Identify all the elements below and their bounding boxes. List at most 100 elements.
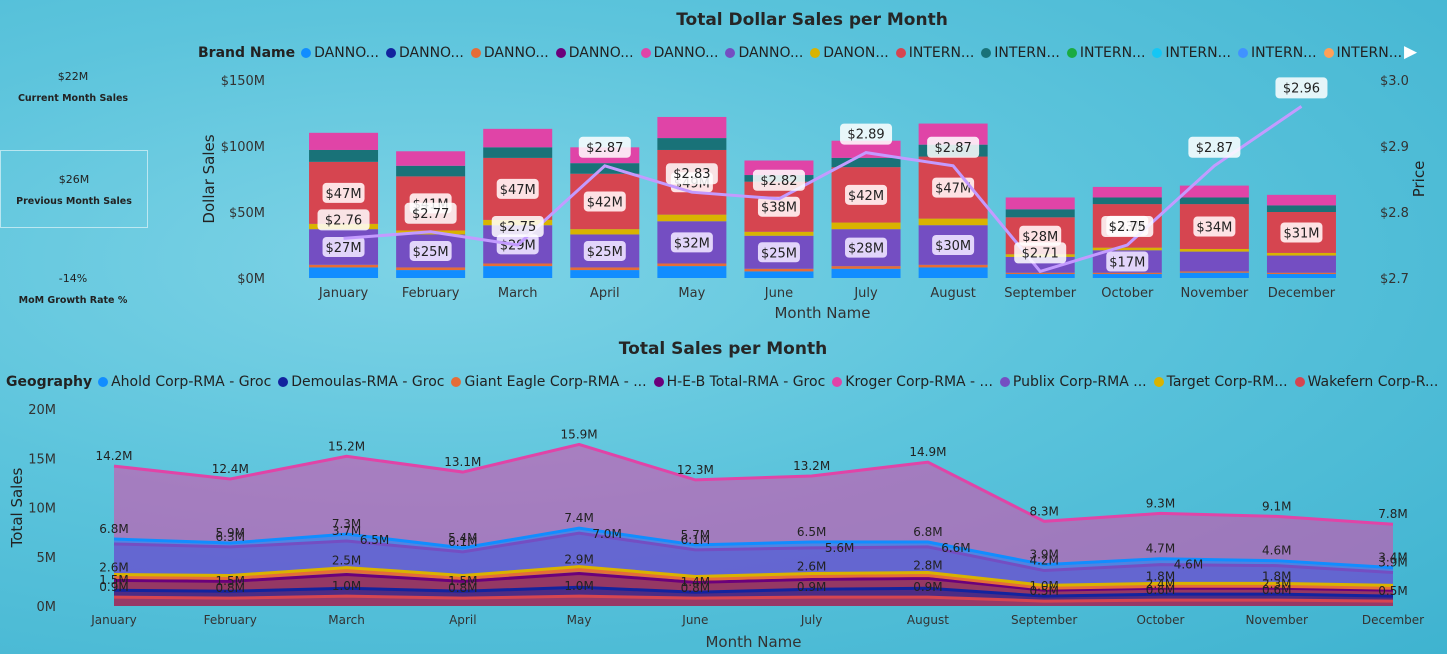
bar-segment [1266, 272, 1336, 275]
area-data-label: 2.6M [99, 560, 128, 574]
bar-segment [1266, 255, 1336, 273]
area-data-label: 5.7M [681, 528, 710, 542]
bar-segment [570, 229, 640, 235]
legend-label: Target Corp-RM... [1166, 374, 1288, 390]
area-data-label: 6.8M [99, 522, 128, 536]
legend-item[interactable]: Demoulas-RMA - Groc [278, 374, 444, 390]
y-tick-label: 5M [37, 551, 57, 566]
area-data-label: 12.3M [677, 463, 714, 477]
data-label: $47M [500, 183, 536, 198]
data-label: $47M [326, 187, 362, 202]
x-tick-label: May [678, 286, 705, 301]
area-data-label: 6.5M [360, 533, 389, 547]
price-label: $2.83 [673, 167, 710, 182]
area-data-label: 0.9M [913, 580, 942, 594]
y2-tick-label: $2.8 [1380, 206, 1409, 221]
area-data-label: 6.8M [913, 525, 942, 539]
area-data-label: 15.2M [328, 439, 365, 453]
legend-item[interactable]: Ahold Corp-RMA - Groc [98, 374, 271, 390]
area-data-label: 1.5M [99, 573, 128, 587]
price-label: $2.87 [935, 141, 972, 156]
y-axis-title: Dollar Sales [200, 134, 218, 223]
bar-segment [831, 268, 901, 278]
area-data-label: 9.3M [1146, 496, 1175, 510]
area-data-label: 3.9M [1029, 548, 1058, 562]
legend-item[interactable]: Kroger Corp-RMA - ... [832, 374, 993, 390]
bar-segment [744, 268, 814, 272]
x-tick-label: July [800, 613, 823, 627]
x-tick-label: November [1181, 286, 1249, 301]
y2-axis-title: Price [1410, 161, 1428, 198]
legend-item[interactable]: Wakefern Corp-R... [1294, 374, 1438, 390]
data-label: $47M [935, 182, 971, 197]
bar-segment [309, 267, 379, 278]
legend-label: Demoulas-RMA - Groc [291, 374, 445, 390]
x-tick-label: August [907, 613, 949, 627]
bar-segment [1179, 251, 1249, 272]
area-data-label: 7.3M [332, 517, 361, 531]
bar-segment [918, 267, 988, 278]
x-tick-label: February [402, 286, 460, 301]
area-data-label: 1.8M [1262, 569, 1291, 583]
area-data-label: 12.4M [212, 462, 249, 476]
x-tick-label: June [764, 286, 793, 301]
bar-segment [570, 267, 640, 271]
bar-segment [309, 264, 379, 268]
price-label: $2.89 [847, 128, 884, 143]
legend-dot-icon [278, 377, 289, 387]
x-tick-label: November [1246, 613, 1308, 627]
area-data-label: 14.9M [909, 445, 946, 459]
chart2-legend: Geography Ahold Corp-RMA - Groc Demoulas-… [6, 374, 1445, 390]
legend-label: Ahold Corp-RMA - Groc [111, 374, 272, 390]
bar-segment [396, 165, 466, 177]
price-label: $2.87 [586, 141, 623, 156]
x-tick-label: September [1011, 613, 1077, 627]
data-label: $25M [587, 245, 623, 260]
area-data-label: 14.2M [95, 449, 132, 463]
y-tick-label: 0M [37, 600, 57, 615]
y2-tick-label: $2.7 [1380, 272, 1409, 287]
price-label: $2.75 [499, 220, 536, 235]
area-data-label: 8.3M [1029, 504, 1058, 518]
area-data-label: 1.0M [564, 579, 593, 593]
bar-segment [1005, 197, 1075, 210]
area-data-label: 2.8M [913, 558, 942, 572]
area-data-label: 2.5M [332, 554, 361, 568]
price-label: $2.75 [1109, 220, 1146, 235]
bar-segment [831, 266, 901, 269]
legend-item[interactable]: Target Corp-RM... [1153, 374, 1288, 390]
bar-segment [1179, 272, 1249, 278]
dollar-sales-chart: $0M $50M $100M $150M $2.7 $2.8 $2.9 $3.0 Dollar … [200, 74, 1428, 322]
x-tick-label: January [318, 286, 369, 301]
data-label: $42M [848, 189, 884, 204]
legend-title: Geography [6, 374, 93, 390]
bar-segment [657, 116, 727, 139]
legend-item[interactable]: Giant Eagle Corp-RMA - ... [451, 374, 647, 390]
bar-segment [1266, 274, 1336, 278]
area-data-label: 4.7M [1146, 542, 1175, 556]
x-tick-label: March [328, 613, 365, 627]
bar-segment [396, 270, 466, 278]
data-label: $17M [1109, 256, 1145, 271]
area-data-label: 13.2M [793, 459, 830, 473]
legend-dot-icon [653, 377, 664, 387]
legend-label: Giant Eagle Corp-RMA - ... [464, 374, 647, 390]
x-tick-label: September [1004, 286, 1077, 301]
area-data-label: 13.1M [444, 455, 481, 469]
legend-dot-icon [832, 377, 843, 387]
bar-segment [570, 270, 640, 278]
y-tick-label: 20M [28, 403, 56, 418]
area-data-label: 7.0M [592, 527, 621, 541]
legend-item[interactable]: H-E-B Total-RMA - Groc [653, 374, 825, 390]
x-tick-label: March [498, 286, 538, 301]
legend-item[interactable]: Publix Corp-RMA ... [999, 374, 1147, 390]
bar-segment [1092, 274, 1162, 278]
bar-segment [1179, 248, 1249, 252]
area-data-label: 1.8M [1146, 569, 1175, 583]
bar-segment [309, 149, 379, 162]
x-axis-title: Month Name [705, 633, 801, 651]
legend-dot-icon [451, 377, 462, 387]
area-data-label: 4.6M [1174, 558, 1203, 572]
x-tick-label: December [1268, 286, 1336, 301]
bar-segment [918, 218, 988, 226]
